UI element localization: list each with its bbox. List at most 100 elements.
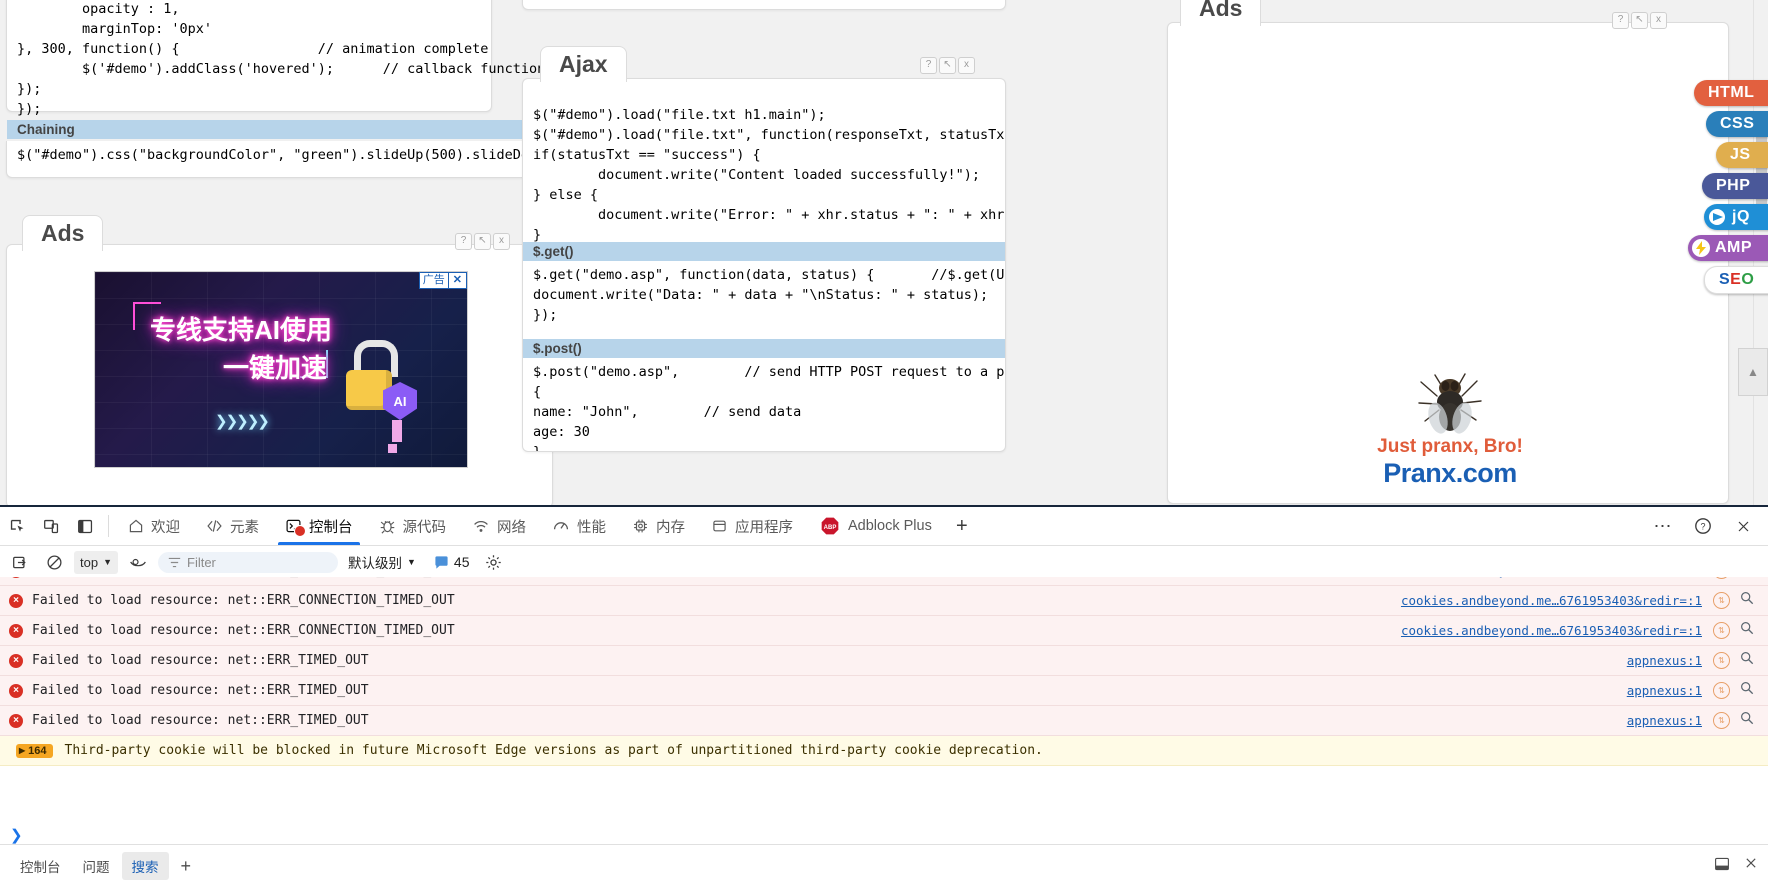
restore-icon[interactable]: ↖ xyxy=(474,233,491,250)
web-page-viewport[interactable]: opacity : 1, marginTop: '0px' }, 300, fu… xyxy=(0,0,1768,505)
right-ads-tab[interactable]: Ads xyxy=(1180,0,1262,26)
restore-icon[interactable]: ↖ xyxy=(1631,12,1648,29)
drawer-add-tab-button[interactable]: + xyxy=(171,852,202,881)
right-ads-window-controls[interactable]: ? ↖ x xyxy=(1612,12,1667,29)
console-row[interactable]: × Failed to load resource: net::ERR_CONN… xyxy=(0,616,1768,646)
console-row-actions[interactable]: ⇅ xyxy=(1713,577,1754,580)
left-ads-window-controls[interactable]: ? ↖ x xyxy=(455,233,510,250)
drawer-close-icon[interactable] xyxy=(1744,856,1758,877)
tab-welcome[interactable]: 欢迎 xyxy=(115,508,193,545)
console-row[interactable]: × Failed to load resource: net::ERR_TIME… xyxy=(0,676,1768,706)
side-button-css[interactable]: CSS xyxy=(1706,111,1768,137)
devtools-drawer-tabbar[interactable]: 控制台 问题 搜索 + xyxy=(0,844,1768,887)
scroll-to-top-button[interactable]: ▲ xyxy=(1738,348,1768,396)
message-count-indicator[interactable]: 45 xyxy=(434,554,470,570)
drawer-right-actions[interactable] xyxy=(1714,856,1758,877)
left-ads-tab[interactable]: Ads xyxy=(22,215,104,251)
console-row-actions[interactable]: ⇅ xyxy=(1713,621,1754,640)
ajax-window-controls[interactable]: ? ↖ x xyxy=(920,57,975,74)
log-level-select[interactable]: 默认级别 ▼ xyxy=(344,552,420,572)
console-message-source[interactable]: appnexus:1 xyxy=(1627,713,1702,728)
network-info-icon[interactable]: ⇅ xyxy=(1713,682,1730,699)
network-info-icon[interactable]: ⇅ xyxy=(1713,577,1730,579)
console-row[interactable]: × Failed to load resource: net::ERR_TIME… xyxy=(0,706,1768,736)
pranx-ad[interactable]: Just pranx, Bro! Pranx.com xyxy=(1300,370,1600,489)
dock-side-icon[interactable] xyxy=(68,511,102,541)
help-icon[interactable]: ? xyxy=(1612,12,1629,29)
devtools-panel[interactable]: 欢迎 元素 控制台 源代码 网络 性能 内存 应用程序 ABP Adblock … xyxy=(0,505,1768,887)
close-icon[interactable]: x xyxy=(493,233,510,250)
chinese-ai-ad-banner[interactable]: 广告 ✕ 专线支持AI使用 一键加速 ❯❯❯❯❯ AI xyxy=(94,271,468,468)
clear-console-button[interactable] xyxy=(6,550,34,574)
console-message-source[interactable]: cookies.andbeyond.me…6761953403&redir=:1 xyxy=(1401,577,1702,578)
drawer-tab-issues[interactable]: 问题 xyxy=(73,852,120,880)
tab-sources[interactable]: 源代码 xyxy=(366,508,460,545)
devtools-tabbar[interactable]: 欢迎 元素 控制台 源代码 网络 性能 内存 应用程序 ABP Adblock … xyxy=(0,507,1768,546)
search-icon[interactable] xyxy=(1740,711,1754,730)
help-button[interactable]: ? xyxy=(1686,511,1720,541)
search-icon[interactable] xyxy=(1740,651,1754,670)
console-row[interactable]: × Failed to load resource: net::ERR_CONN… xyxy=(0,577,1768,586)
side-button-js[interactable]: JS xyxy=(1716,142,1768,168)
console-settings-button[interactable] xyxy=(480,550,508,574)
side-button-seo[interactable]: SEO xyxy=(1704,266,1768,294)
help-icon[interactable]: ? xyxy=(455,233,472,250)
tab-memory[interactable]: 内存 xyxy=(619,508,698,545)
drawer-tab-search[interactable]: 搜索 xyxy=(121,852,169,880)
search-icon[interactable] xyxy=(1740,591,1754,610)
console-row-actions[interactable]: ⇅ xyxy=(1713,711,1754,730)
drawer-tab-console[interactable]: 控制台 xyxy=(10,852,71,880)
console-row-actions[interactable]: ⇅ xyxy=(1713,681,1754,700)
console-message-source[interactable]: cookies.andbeyond.me…6761953403&redir=:1 xyxy=(1401,593,1702,608)
network-info-icon[interactable]: ⇅ xyxy=(1713,592,1730,609)
side-button-php[interactable]: PHP xyxy=(1702,173,1768,199)
restore-icon[interactable]: ↖ xyxy=(939,57,956,74)
device-toolbar-icon[interactable] xyxy=(34,511,68,541)
console-row-actions[interactable]: ⇅ xyxy=(1713,591,1754,610)
tab-network[interactable]: 网络 xyxy=(459,508,539,545)
no-entry-icon[interactable] xyxy=(40,550,68,574)
tab-console[interactable]: 控制台 xyxy=(272,508,366,545)
tab-application[interactable]: 应用程序 xyxy=(698,508,806,545)
ad-label-group[interactable]: 广告 ✕ xyxy=(418,272,467,289)
console-row[interactable]: × Failed to load resource: net::ERR_TIME… xyxy=(0,646,1768,676)
console-message-source[interactable]: appnexus:1 xyxy=(1627,683,1702,698)
network-info-icon[interactable]: ⇅ xyxy=(1713,712,1730,729)
network-info-icon[interactable]: ⇅ xyxy=(1713,622,1730,639)
search-icon[interactable] xyxy=(1740,621,1754,640)
dock-bottom-icon[interactable] xyxy=(1714,856,1730,877)
more-options-button[interactable]: ⋯ xyxy=(1646,511,1680,541)
help-icon[interactable]: ? xyxy=(920,57,937,74)
execution-context-select[interactable]: top ▼ xyxy=(74,550,118,574)
tab-elements[interactable]: 元素 xyxy=(193,508,272,545)
filter-input[interactable]: Filter xyxy=(158,551,338,573)
console-row-warning[interactable]: ▶ 164 Third-party cookie will be blocked… xyxy=(0,736,1768,766)
language-shortcut-buttons[interactable]: HTML CSS JS PHP jQ AMP SEO xyxy=(1650,80,1768,299)
side-button-jquery[interactable]: jQ xyxy=(1704,204,1768,230)
tab-performance[interactable]: 性能 xyxy=(539,508,619,545)
close-icon[interactable]: x xyxy=(958,57,975,74)
tab-adblock-plus[interactable]: ABP Adblock Plus xyxy=(806,508,945,545)
console-message-list[interactable]: × Failed to load resource: net::ERR_CONN… xyxy=(0,577,1768,820)
inspect-element-icon[interactable] xyxy=(0,511,34,541)
console-message-source[interactable]: cookies.andbeyond.me…6761953403&redir=:1 xyxy=(1401,623,1702,638)
console-message-source[interactable]: appnexus:1 xyxy=(1627,653,1702,668)
ad-close-icon[interactable]: ✕ xyxy=(448,272,467,289)
live-expression-button[interactable] xyxy=(124,550,152,574)
search-icon[interactable] xyxy=(1740,577,1754,580)
console-filter-bar[interactable]: top ▼ Filter 默认级别 ▼ 45 xyxy=(0,546,1768,579)
network-info-icon[interactable]: ⇅ xyxy=(1713,652,1730,669)
jquery-play-icon xyxy=(1709,209,1725,225)
close-devtools-button[interactable] xyxy=(1726,511,1760,541)
search-icon[interactable] xyxy=(1740,681,1754,700)
add-tab-button[interactable]: + xyxy=(945,511,979,541)
ajax-tab[interactable]: Ajax xyxy=(540,46,627,82)
devtools-toolbar-right[interactable]: ⋯ ? xyxy=(1646,507,1760,545)
side-button-amp[interactable]: AMP xyxy=(1688,235,1768,261)
side-button-html[interactable]: HTML xyxy=(1694,80,1768,106)
error-icon: × xyxy=(9,623,23,638)
console-row-actions[interactable]: ⇅ xyxy=(1713,651,1754,670)
warning-group-badge[interactable]: ▶ 164 xyxy=(16,743,53,758)
console-row[interactable]: × Failed to load resource: net::ERR_CONN… xyxy=(0,586,1768,616)
close-icon[interactable]: x xyxy=(1650,12,1667,29)
